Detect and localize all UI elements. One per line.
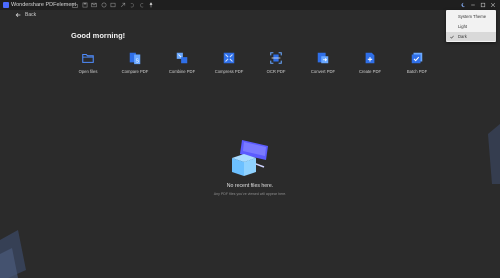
moon-icon[interactable]: [460, 2, 466, 8]
svg-text:S: S: [135, 58, 139, 64]
decorative-shape-right: [488, 124, 500, 184]
maximize-icon[interactable]: [480, 2, 486, 8]
tool-batch-pdf[interactable]: Batch PDF: [395, 51, 439, 81]
compare-pdf-icon: S: [129, 52, 141, 64]
tool-label: OCR PDF: [266, 69, 286, 74]
combine-pdf-icon: [176, 52, 188, 64]
check-icon: [450, 35, 454, 39]
tool-compress-pdf[interactable]: Compress PDF: [207, 51, 251, 81]
empty-subtitle: Any PDF files you've viewed will appear …: [213, 192, 287, 196]
decorative-shape-left: [0, 230, 26, 278]
tool-label: Convert PDF: [310, 69, 336, 74]
folder-icon[interactable]: [72, 2, 78, 8]
back-label: Back: [25, 12, 37, 18]
compress-pdf-icon: [223, 52, 235, 64]
print-icon[interactable]: [101, 2, 107, 8]
share-icon[interactable]: [110, 2, 116, 8]
greeting-title: Good morning!: [71, 31, 126, 40]
menu-item-label: Dark: [458, 34, 467, 39]
tool-ocr-pdf[interactable]: OCR PDF: [254, 51, 298, 81]
undo-icon[interactable]: [129, 2, 135, 8]
save-icon[interactable]: [82, 2, 88, 8]
empty-folder-illustration: [232, 140, 268, 176]
tool-label: Compress PDF: [214, 69, 244, 74]
open-folder-icon: [82, 53, 94, 63]
tool-combine-pdf[interactable]: Combine PDF: [160, 51, 204, 81]
app-logo-icon: [3, 2, 9, 8]
back-button[interactable]: Back: [15, 12, 36, 18]
menu-item-dark[interactable]: Dark: [446, 32, 496, 41]
ocr-pdf-icon: [270, 52, 282, 64]
redo-icon[interactable]: [139, 2, 145, 8]
theme-menu: System Theme Light Dark: [446, 10, 496, 42]
window-controls: [460, 1, 496, 9]
pin-icon[interactable]: [148, 2, 154, 8]
menu-item-label: System Theme: [458, 14, 487, 19]
minimize-icon[interactable]: [470, 2, 476, 8]
tool-label: Compare PDF: [121, 69, 149, 74]
tool-compare-pdf[interactable]: S Compare PDF: [113, 51, 157, 81]
empty-title: No recent files here.: [226, 183, 274, 189]
mail-icon[interactable]: [91, 2, 97, 8]
title-bar: Wondershare PDFelement: [0, 0, 500, 10]
recent-files-empty-state: No recent files here. Any PDF files you'…: [150, 127, 350, 207]
arrow-out-icon[interactable]: [120, 2, 126, 8]
quick-tools: Open files S Compare PDF Combine PDF Com…: [66, 51, 438, 81]
tool-create-pdf[interactable]: Create PDF: [348, 51, 392, 81]
convert-pdf-icon: [317, 52, 329, 64]
menu-item-label: Light: [458, 24, 468, 29]
batch-pdf-icon: [411, 52, 423, 64]
close-icon[interactable]: [490, 2, 496, 8]
tool-label: Combine PDF: [168, 69, 196, 74]
menu-item-system-theme[interactable]: System Theme: [446, 12, 496, 21]
tool-convert-pdf[interactable]: Convert PDF: [301, 51, 345, 81]
arrow-left-icon: [15, 12, 21, 18]
tool-open-files[interactable]: Open files: [66, 51, 110, 81]
quick-toolbar: [72, 1, 154, 9]
menu-item-light[interactable]: Light: [446, 22, 496, 31]
tool-label: Batch PDF: [406, 69, 428, 74]
tool-label: Open files: [78, 69, 98, 74]
tool-label: Create PDF: [358, 69, 382, 74]
app-title: Wondershare PDFelement: [11, 2, 77, 8]
create-pdf-icon: [365, 52, 375, 64]
